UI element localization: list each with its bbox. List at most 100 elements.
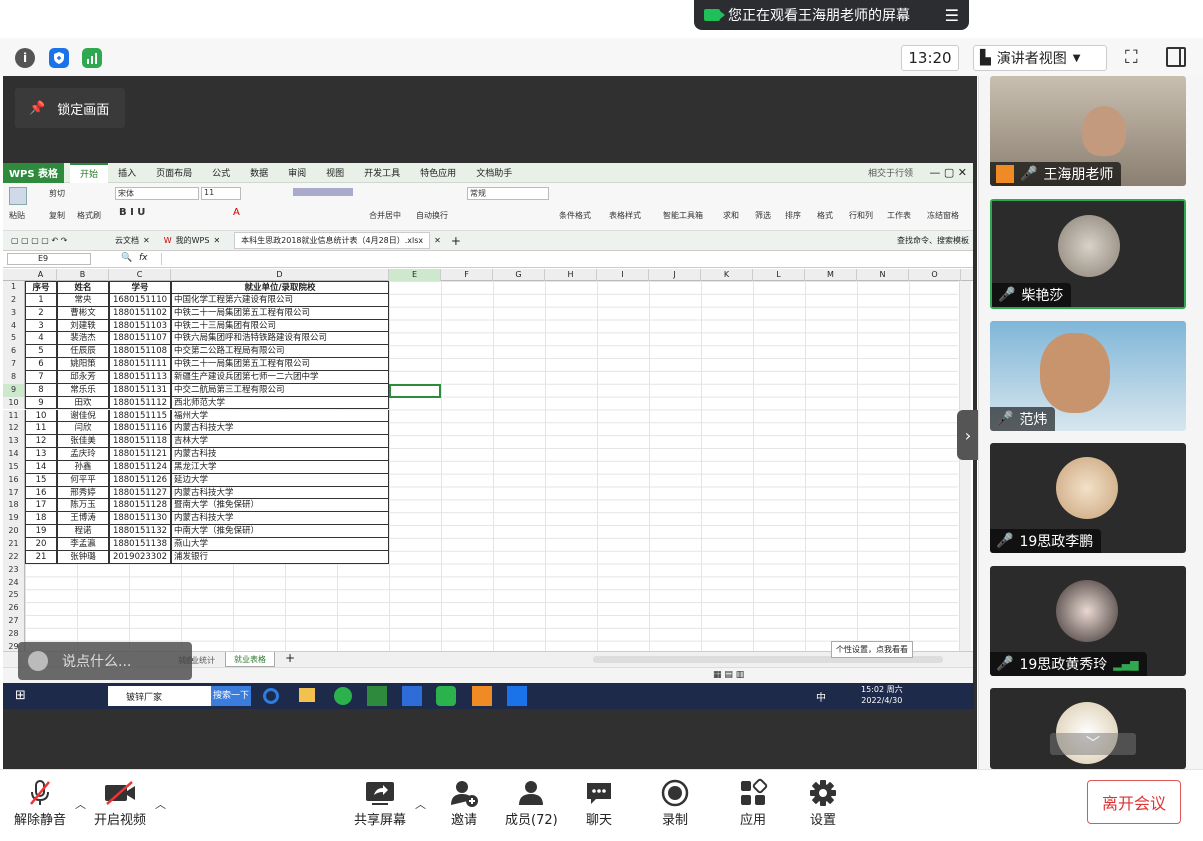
table-cell[interactable]: 暨南大学（推免保研） bbox=[171, 499, 389, 513]
table-cell[interactable]: 21 bbox=[25, 550, 57, 564]
table-cell[interactable]: 18 bbox=[25, 512, 57, 526]
wechat-icon[interactable] bbox=[436, 686, 456, 706]
table-cell[interactable]: 常央 bbox=[57, 293, 109, 307]
doc-tab-cloud[interactable]: 云文档 bbox=[115, 235, 139, 246]
table-cell[interactable]: 12 bbox=[25, 435, 57, 449]
table-cell[interactable]: 内蒙古科技大学 bbox=[171, 512, 389, 526]
table-cell[interactable]: 邢秀婷 bbox=[57, 486, 109, 500]
table-cell[interactable]: 1880151115 bbox=[109, 409, 171, 423]
row-header[interactable]: 24 bbox=[3, 576, 25, 590]
row-header[interactable]: 22 bbox=[3, 550, 25, 564]
table-cell[interactable]: 姚阳策 bbox=[57, 358, 109, 371]
members-button[interactable]: 成员(72) bbox=[505, 777, 558, 828]
row-header[interactable]: 5 bbox=[3, 332, 25, 346]
paste-label[interactable]: 粘贴 bbox=[9, 210, 25, 221]
table-cell[interactable]: 1880151127 bbox=[109, 486, 171, 500]
row-header[interactable]: 13 bbox=[3, 435, 25, 449]
table-cell[interactable]: 王博涛 bbox=[57, 512, 109, 526]
table-cell[interactable]: 何平平 bbox=[57, 473, 109, 487]
close-icon[interactable]: ✕ bbox=[143, 236, 150, 245]
wps-writer-icon[interactable] bbox=[402, 686, 422, 706]
wps-presentation-icon[interactable] bbox=[472, 686, 492, 706]
table-cell[interactable]: 9 bbox=[25, 396, 57, 410]
table-cell[interactable]: 西北师范大学 bbox=[171, 396, 389, 410]
table-cell[interactable]: 中南大学（推免保研） bbox=[171, 525, 389, 538]
row-header[interactable]: 27 bbox=[3, 615, 25, 628]
apps-button[interactable]: 应用 bbox=[738, 777, 768, 828]
settings-button[interactable]: 设置 bbox=[808, 777, 838, 828]
table-cell[interactable]: 浦发银行 bbox=[171, 550, 389, 564]
number-format-select[interactable]: 常规 bbox=[467, 187, 549, 200]
column-header[interactable]: O bbox=[909, 269, 961, 281]
row-header[interactable]: 2 bbox=[3, 293, 25, 307]
menu-tab[interactable]: 开始 bbox=[70, 162, 109, 183]
row-header[interactable]: 1 bbox=[3, 281, 25, 294]
table-cell[interactable]: 田欢 bbox=[57, 396, 109, 410]
table-header-cell[interactable]: 就业单位/录取院校 bbox=[171, 281, 389, 294]
table-cell[interactable]: 3 bbox=[25, 319, 57, 333]
column-header[interactable]: A bbox=[25, 269, 57, 281]
row-header[interactable]: 11 bbox=[3, 409, 25, 423]
collapse-sidebar-button[interactable]: › bbox=[957, 410, 979, 460]
view-mode-dropdown[interactable]: ▙ 演讲者视图 ▼ bbox=[973, 45, 1107, 71]
table-cell[interactable]: 1880151121 bbox=[109, 448, 171, 461]
format-painter-button[interactable]: 格式刷 bbox=[77, 210, 101, 221]
column-header[interactable]: I bbox=[597, 269, 649, 281]
row-col-button[interactable]: 行和列 bbox=[849, 210, 873, 221]
table-cell[interactable]: 孟庆玲 bbox=[57, 448, 109, 461]
table-cell[interactable]: 1880151116 bbox=[109, 422, 171, 436]
table-cell[interactable]: 中铁六局集团呼和浩特铁路建设有限公司 bbox=[171, 332, 389, 346]
table-cell[interactable]: 常乐乐 bbox=[57, 383, 109, 397]
table-cell[interactable]: 福州大学 bbox=[171, 409, 389, 423]
participant-tile[interactable]: 🎤 柴艳莎 bbox=[990, 199, 1186, 309]
row-header[interactable]: 8 bbox=[3, 370, 25, 384]
table-cell[interactable]: 1880151124 bbox=[109, 460, 171, 474]
row-header[interactable]: 19 bbox=[3, 512, 25, 526]
start-video-button[interactable]: 开启视频 bbox=[94, 777, 146, 828]
font-size-select[interactable]: 11 bbox=[201, 187, 241, 200]
info-icon[interactable]: i bbox=[15, 48, 35, 68]
record-button[interactable]: 录制 bbox=[660, 777, 690, 828]
sort-button[interactable]: 排序 bbox=[785, 210, 801, 221]
chat-button[interactable]: 聊天 bbox=[584, 777, 614, 828]
scroll-down-icon[interactable]: ﹀ bbox=[1050, 733, 1136, 755]
table-cell[interactable]: 13 bbox=[25, 448, 57, 461]
table-cell[interactable]: 张钟璐 bbox=[57, 550, 109, 564]
search-commands-hint[interactable]: 查找命令、搜索模板 bbox=[897, 235, 969, 246]
security-shield-icon[interactable] bbox=[49, 48, 69, 68]
table-cell[interactable]: 1880151112 bbox=[109, 396, 171, 410]
meeting-app-icon[interactable] bbox=[507, 686, 527, 706]
table-cell[interactable]: 曹彬文 bbox=[57, 306, 109, 320]
chat-input-bubble[interactable]: 说点什么... bbox=[18, 642, 192, 680]
row-header[interactable]: 28 bbox=[3, 627, 25, 641]
smart-toolbox-button[interactable]: 智能工具箱 bbox=[663, 210, 703, 221]
table-cell[interactable]: 中铁二十一局集团第五工程有限公司 bbox=[171, 358, 389, 371]
table-style-button[interactable]: 表格样式 bbox=[609, 210, 641, 221]
column-header[interactable]: B bbox=[57, 269, 109, 281]
spreadsheet-grid[interactable]: 1 2 3 4 5 6 7 8 9 10 11 12 13 14 15 16 17 18 19 20 21 22 23 24 2… bbox=[3, 281, 958, 654]
row-header[interactable]: 12 bbox=[3, 422, 25, 436]
taskbar-clock[interactable]: 15:02 周六 2022/4/30 bbox=[861, 684, 903, 706]
table-cell[interactable]: 1880151102 bbox=[109, 306, 171, 320]
participant-tile[interactable] bbox=[990, 688, 1186, 769]
new-tab-icon[interactable]: + bbox=[451, 234, 461, 248]
table-cell[interactable]: 中铁二十三局集团有限公司 bbox=[171, 319, 389, 333]
doc-tab-mywps[interactable]: 我的WPS bbox=[176, 235, 210, 246]
table-cell[interactable]: 1880151128 bbox=[109, 499, 171, 513]
table-cell[interactable]: 张佳美 bbox=[57, 435, 109, 449]
table-cell[interactable]: 7 bbox=[25, 370, 57, 384]
table-cell[interactable]: 20 bbox=[25, 538, 57, 551]
column-header[interactable]: H bbox=[545, 269, 597, 281]
row-header[interactable]: 9 bbox=[3, 383, 25, 397]
column-header[interactable]: L bbox=[753, 269, 805, 281]
row-header[interactable]: 3 bbox=[3, 306, 25, 320]
table-cell[interactable]: 内蒙古科技 bbox=[171, 448, 389, 461]
merge-center-button[interactable]: 合并居中 bbox=[369, 210, 401, 221]
unmute-button[interactable]: 解除静音 bbox=[14, 777, 66, 828]
menu-tab[interactable]: 审阅 bbox=[278, 163, 316, 183]
row-header[interactable]: 23 bbox=[3, 563, 25, 577]
doc-tab-active[interactable]: 本科生思政2018就业信息统计表（4月28日）.xlsx bbox=[234, 232, 431, 249]
table-cell[interactable]: 4 bbox=[25, 332, 57, 346]
sheet-tab-active[interactable]: 就业表格 bbox=[225, 652, 275, 667]
window-controls[interactable]: — ▢ ✕ bbox=[929, 166, 967, 179]
